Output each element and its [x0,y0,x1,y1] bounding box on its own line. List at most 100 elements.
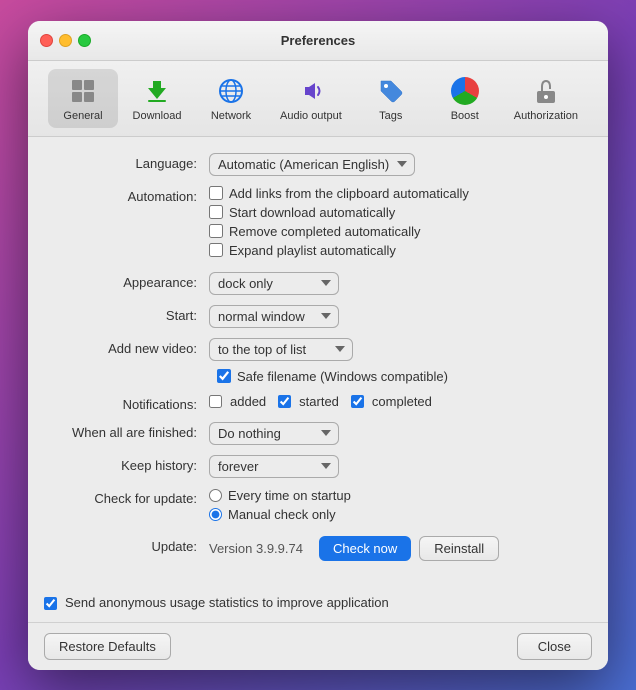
maximize-traffic-light[interactable] [78,34,91,47]
check-update-content: Every time on startup Manual check only [197,488,584,526]
network-icon [215,75,247,107]
check-now-button[interactable]: Check now [319,536,411,561]
safe-filename-checkbox[interactable] [217,369,231,383]
notif-added-text: added [230,394,266,409]
start-content: normal window minimized hidden [197,305,584,328]
download-icon [141,75,173,107]
automation-expand-playlist: Expand playlist automatically [209,243,584,258]
language-row: Language: Automatic (American English) [52,153,584,176]
when-finished-label: When all are finished: [52,422,197,440]
automation-row: Automation: Add links from the clipboard… [52,186,584,262]
check-update-manual-radio[interactable] [209,508,222,521]
keep-history-row: Keep history: forever 1 week 1 month nev… [52,455,584,478]
check-update-label: Check for update: [52,488,197,506]
keep-history-label: Keep history: [52,455,197,473]
titlebar: Preferences [28,21,608,61]
preferences-window: Preferences General Download [28,21,608,670]
notif-completed-checkbox[interactable] [351,395,364,408]
tags-icon [375,75,407,107]
add-links-checkbox[interactable] [209,186,223,200]
keep-history-content: forever 1 week 1 month never [197,455,584,478]
update-label: Update: [52,536,197,554]
update-inline: Version 3.9.9.74 Check now Reinstall [209,536,584,561]
download-label: Download [133,110,182,122]
appearance-label: Appearance: [52,272,197,290]
audio-label: Audio output [280,110,342,122]
anon-checkbox[interactable] [44,597,57,610]
remove-completed-text: Remove completed automatically [229,224,420,239]
notif-added-checkbox[interactable] [209,395,222,408]
check-update-manual-text: Manual check only [228,507,336,522]
keep-history-select[interactable]: forever 1 week 1 month never [209,455,339,478]
notif-completed-text: completed [372,394,432,409]
notifications-label: Notifications: [52,394,197,412]
notifications-content: added started completed [197,394,584,409]
add-new-video-row: Add new video: to the top of list to the… [52,338,584,384]
version-text: Version 3.9.9.74 [209,541,303,556]
safe-filename-text: Safe filename (Windows compatible) [237,369,448,384]
traffic-lights [40,34,91,47]
toolbar-item-boost[interactable]: Boost [430,69,500,128]
restore-defaults-button[interactable]: Restore Defaults [44,633,171,660]
start-select[interactable]: normal window minimized hidden [209,305,339,328]
appearance-row: Appearance: dock only all windows menu b… [52,272,584,295]
appearance-select[interactable]: dock only all windows menu bar only [209,272,339,295]
safe-filename-row: Safe filename (Windows compatible) [217,369,448,384]
check-update-row: Check for update: Every time on startup … [52,488,584,526]
tags-label: Tags [379,110,402,122]
add-links-text: Add links from the clipboard automatical… [229,186,469,201]
automation-label: Automation: [52,186,197,204]
automation-add-links: Add links from the clipboard automatical… [209,186,584,201]
when-finished-select[interactable]: Do nothing Quit application Sleep Shut d… [209,422,339,445]
auth-label: Authorization [514,110,578,122]
general-label: General [63,110,102,122]
notifications-inline: added started completed [209,394,584,409]
automation-remove-completed: Remove completed automatically [209,224,584,239]
start-download-checkbox[interactable] [209,205,223,219]
notifications-row: Notifications: added started completed [52,394,584,412]
general-icon [67,75,99,107]
toolbar-item-auth[interactable]: Authorization [504,69,588,128]
language-select[interactable]: Automatic (American English) [209,153,415,176]
close-traffic-light[interactable] [40,34,53,47]
language-label: Language: [52,153,197,171]
notif-started-checkbox[interactable] [278,395,291,408]
reinstall-button[interactable]: Reinstall [419,536,499,561]
auth-icon [530,75,562,107]
audio-icon [295,75,327,107]
add-new-video-select[interactable]: to the top of list to the bottom of list [209,338,353,361]
expand-playlist-checkbox[interactable] [209,243,223,257]
check-update-startup-text: Every time on startup [228,488,351,503]
bottom-bar: Restore Defaults Close [28,622,608,670]
anon-text: Send anonymous usage statistics to impro… [65,595,389,610]
start-download-text: Start download automatically [229,205,395,220]
automation-start-download: Start download automatically [209,205,584,220]
notif-started-text: started [299,394,339,409]
minimize-traffic-light[interactable] [59,34,72,47]
expand-playlist-text: Expand playlist automatically [229,243,396,258]
toolbar: General Download Network [28,61,608,137]
network-label: Network [211,110,251,122]
when-finished-content: Do nothing Quit application Sleep Shut d… [197,422,584,445]
when-finished-row: When all are finished: Do nothing Quit a… [52,422,584,445]
check-update-startup-radio[interactable] [209,489,222,502]
toolbar-item-audio[interactable]: Audio output [270,69,352,128]
update-content: Version 3.9.9.74 Check now Reinstall [197,536,584,561]
toolbar-item-network[interactable]: Network [196,69,266,128]
preferences-content: Language: Automatic (American English) A… [28,137,608,587]
remove-completed-checkbox[interactable] [209,224,223,238]
add-new-video-content: to the top of list to the bottom of list… [197,338,584,384]
start-row: Start: normal window minimized hidden [52,305,584,328]
add-new-video-label: Add new video: [52,338,197,356]
toolbar-item-general[interactable]: General [48,69,118,128]
automation-content: Add links from the clipboard automatical… [197,186,584,262]
check-update-startup: Every time on startup [209,488,584,503]
update-row: Update: Version 3.9.9.74 Check now Reins… [52,536,584,561]
close-button[interactable]: Close [517,633,592,660]
toolbar-item-tags[interactable]: Tags [356,69,426,128]
appearance-content: dock only all windows menu bar only [197,272,584,295]
anon-row: Send anonymous usage statistics to impro… [28,587,608,622]
toolbar-item-download[interactable]: Download [122,69,192,128]
boost-icon [449,75,481,107]
check-update-manual: Manual check only [209,507,584,522]
